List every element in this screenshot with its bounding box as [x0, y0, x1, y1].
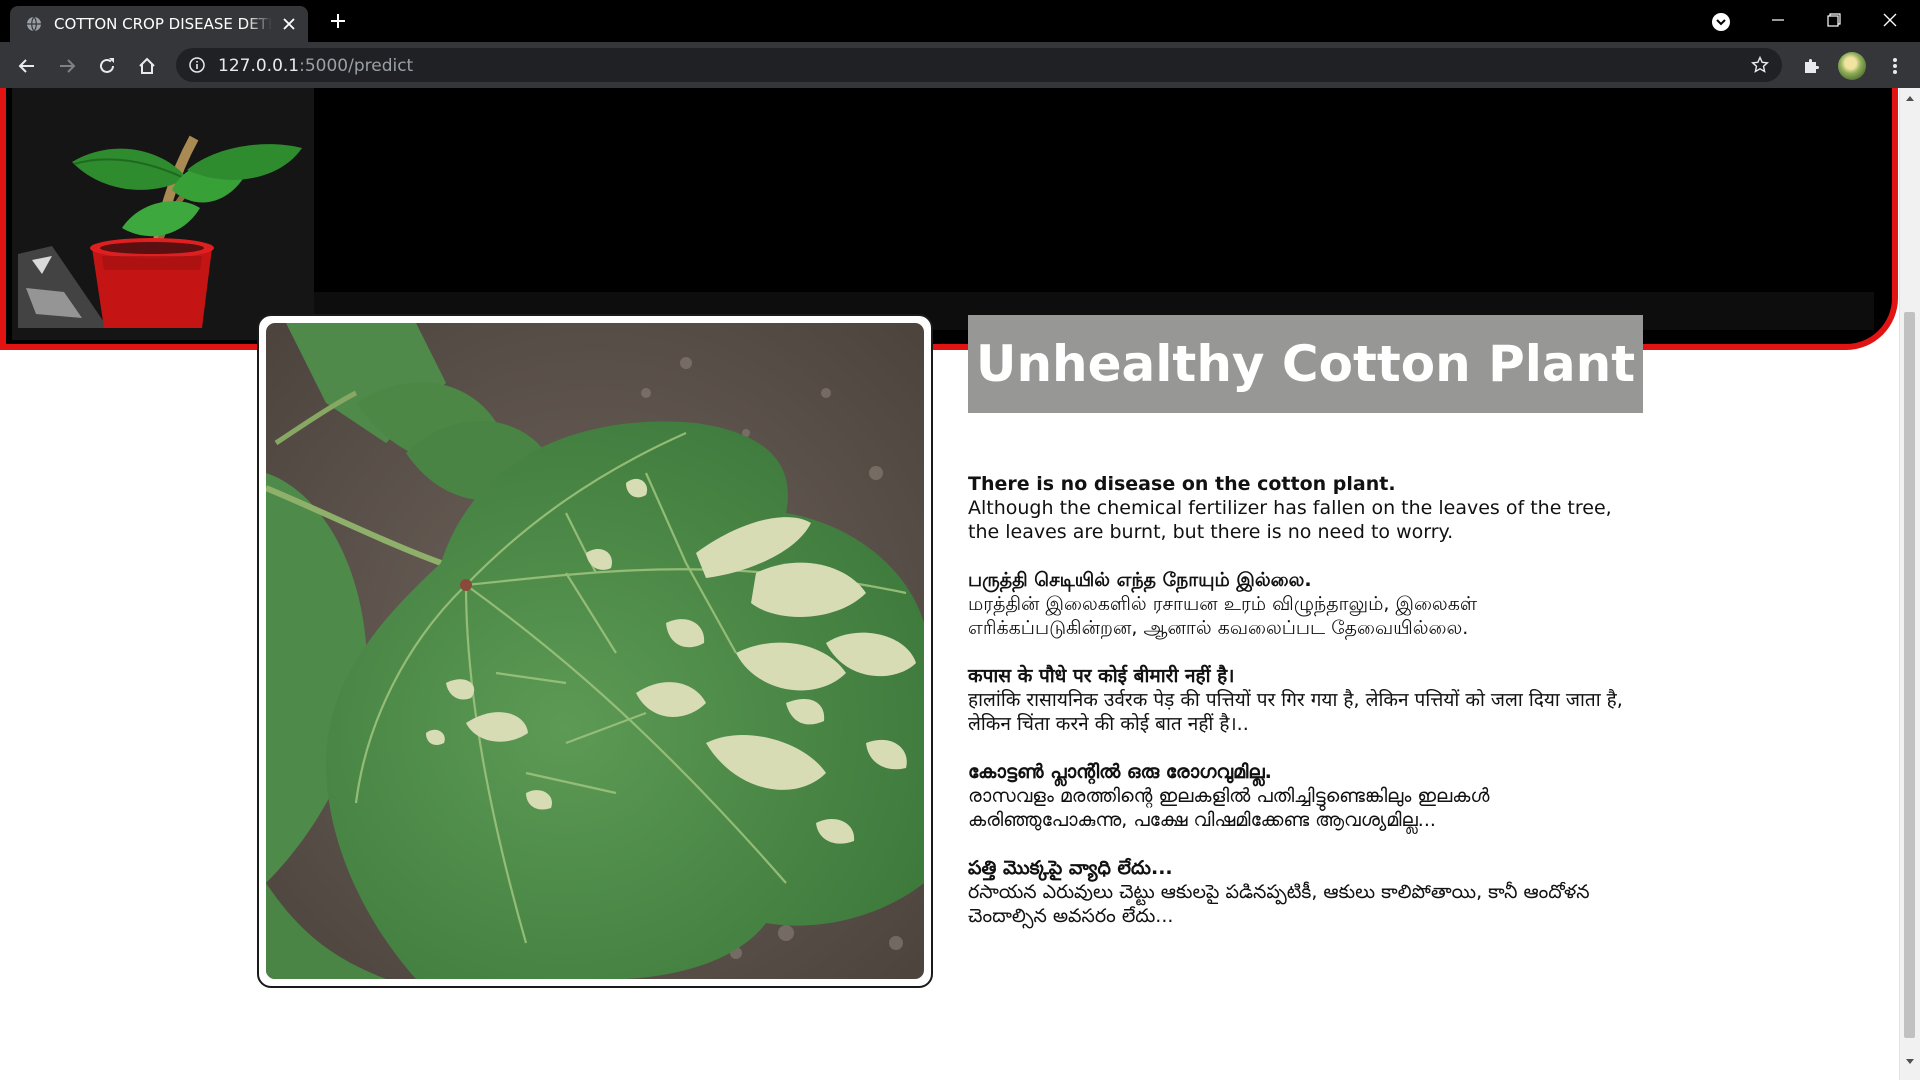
close-icon[interactable]	[280, 15, 298, 33]
header-logo-area	[12, 88, 314, 340]
description-hindi: कपास के पौधे पर कोई बीमारी नहीं है। हाला…	[968, 664, 1648, 736]
description-heading: There is no disease on the cotton plant.	[968, 473, 1396, 495]
page-viewport: Unhealthy Cotton Plant There is no disea…	[0, 88, 1920, 1080]
puzzle-icon[interactable]	[1796, 51, 1826, 81]
description-heading: കോട്ടൺ പ്ലാന്റിൽ ഒരു രോഗവുമില്ല.	[968, 761, 1272, 783]
description-body: Although the chemical fertilizer has fal…	[968, 497, 1612, 543]
url-text: 127.0.0.1:5000/predict	[218, 56, 413, 76]
scroll-down-arrow-icon[interactable]	[1904, 1056, 1916, 1068]
uploaded-image-frame	[257, 314, 933, 988]
description-telugu: పత్తి మొక్కపై వ్యాధి లేదు... రసాయన ఎరువు…	[968, 856, 1648, 928]
star-icon[interactable]	[1750, 55, 1770, 75]
description-malayalam: കോട്ടൺ പ്ലാന്റിൽ ഒരു രോഗവുമില്ല. രാസവളം …	[968, 760, 1648, 832]
browser-titlebar: COTTON CROP DISEASE DETECTION	[0, 0, 1920, 42]
plus-icon[interactable]	[326, 9, 350, 33]
minimize-icon[interactable]	[1750, 0, 1806, 40]
description-body: రసాయన ఎరువులు చెట్టు ఆకులపై పడినప్పటికీ,…	[968, 881, 1590, 927]
cotton-leaf-photo	[266, 323, 924, 979]
back-icon[interactable]	[12, 51, 42, 81]
prediction-result-box: Unhealthy Cotton Plant	[968, 315, 1643, 413]
description-english: There is no disease on the cotton plant.…	[968, 472, 1648, 544]
info-icon[interactable]	[188, 56, 206, 74]
browser-tab[interactable]: COTTON CROP DISEASE DETECTION	[10, 6, 308, 42]
description-body: हालांकि रासायनिक उर्वरक पेड़ की पत्तियों…	[968, 689, 1623, 735]
home-icon[interactable]	[132, 51, 162, 81]
scroll-up-arrow-icon[interactable]	[1904, 92, 1916, 104]
page-header-banner	[0, 88, 1898, 350]
description-heading: பருத்தி செடியில் எந்த நோயும் இல்லை.	[968, 569, 1312, 591]
description-heading: పత్తి మొక్కపై వ్యాధి లేదు...	[968, 857, 1173, 879]
globe-icon	[26, 16, 42, 32]
description-tamil: பருத்தி செடியில் எந்த நோயும் இல்லை. மரத்…	[968, 568, 1648, 640]
address-bar[interactable]: 127.0.0.1:5000/predict	[176, 48, 1782, 82]
window-close-icon[interactable]	[1862, 0, 1918, 40]
description-body: രാസവളം മരത്തിന്റെ ഇലകളിൽ പതിച്ചിട്ടുണ്ടെ…	[968, 785, 1490, 831]
description-heading: कपास के पौधे पर कोई बीमारी नहीं है।	[968, 665, 1235, 687]
forward-icon[interactable]	[52, 51, 82, 81]
browser-toolbar: 127.0.0.1:5000/predict	[0, 42, 1920, 88]
reload-icon[interactable]	[92, 51, 122, 81]
page-scrollbar[interactable]	[1899, 88, 1920, 1080]
url-host: 127.0.0.1	[218, 56, 300, 76]
tab-search-icon[interactable]	[1710, 11, 1732, 33]
description-body: மரத்தின் இலைகளில் ரசாயன உரம் விழுந்தாலும…	[968, 593, 1477, 639]
result-description: There is no disease on the cotton plant.…	[968, 472, 1648, 952]
scrollbar-thumb[interactable]	[1904, 312, 1915, 1038]
prediction-title: Unhealthy Cotton Plant	[975, 335, 1636, 393]
potted-plant-icon	[18, 135, 302, 328]
url-path: :5000/predict	[299, 56, 414, 76]
avatar[interactable]	[1838, 52, 1866, 80]
restore-icon[interactable]	[1806, 0, 1862, 40]
menu-icon[interactable]	[1880, 51, 1910, 81]
tab-title: COTTON CROP DISEASE DETECTION	[54, 15, 272, 33]
